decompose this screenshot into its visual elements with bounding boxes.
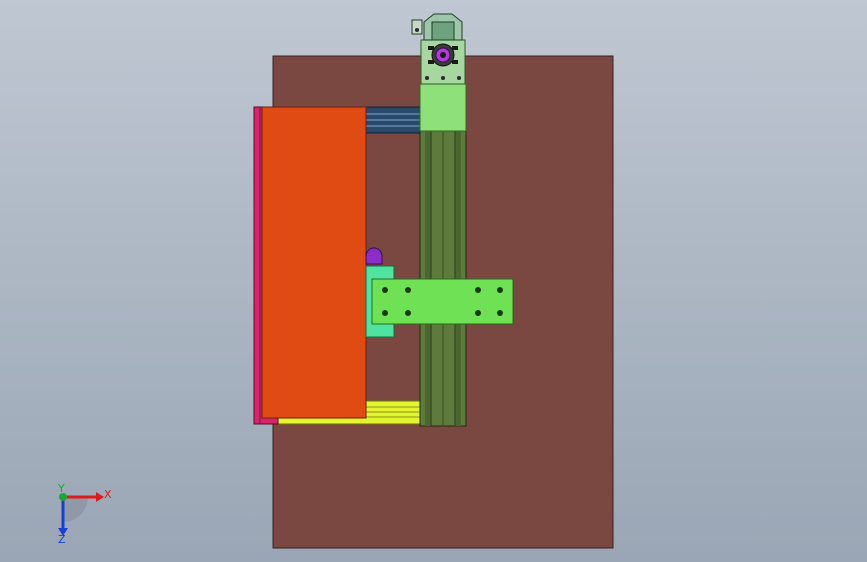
navy-rails[interactable] (365, 106, 423, 134)
bolt-hole (497, 287, 503, 293)
model-view[interactable]: X Y Z (0, 0, 867, 562)
orange-module[interactable] (261, 106, 367, 419)
bolt-hole (405, 310, 411, 316)
triad-y-label: Y (57, 482, 65, 495)
bolt-hole (475, 287, 481, 293)
bolt-hole (497, 310, 503, 316)
bolt-hole (405, 287, 411, 293)
carriage-plate[interactable] (371, 278, 514, 325)
motor-block[interactable] (419, 83, 467, 132)
triad-shadow (63, 497, 88, 522)
bolt-hole (475, 310, 481, 316)
linear-rail[interactable] (419, 129, 467, 427)
graphics-viewport[interactable]: X Y Z (0, 0, 867, 562)
reference-triad: X Y Z (57, 482, 112, 546)
bolt-hole (382, 287, 388, 293)
bolt-hole (382, 310, 388, 316)
triad-z-label: Z (58, 533, 66, 546)
purple-knob[interactable] (365, 247, 383, 265)
triad-x-label: X (104, 488, 112, 501)
